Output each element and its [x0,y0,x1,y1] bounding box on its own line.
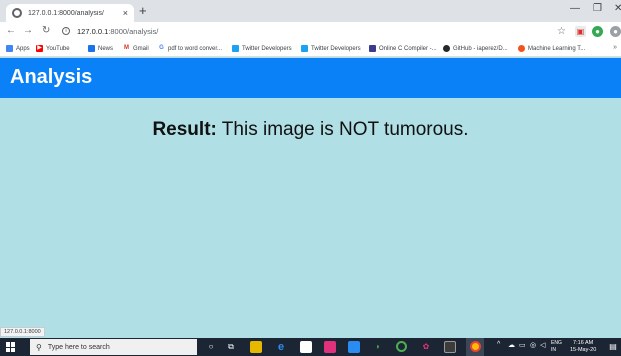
bookmark-twitter-developers-1[interactable]: Twitter Developers [232,45,292,52]
compiler-icon [369,45,376,52]
app-icon[interactable]: ◗ [372,341,384,353]
url-host: 127.0.0.1 [77,27,109,36]
bookmark-machine-learning[interactable]: Machine Learning T... [518,45,585,52]
bookmark-online-c-compiler[interactable]: Online C Compiler -... [369,45,437,52]
settings-icon[interactable]: ✿ [420,341,432,353]
search-placeholder: Type here to search [47,343,110,351]
result-message: Result: This image is NOT tumorous. [0,119,621,141]
bookmarks-overflow-icon[interactable]: » [613,44,617,51]
bookmark-news[interactable]: News [88,45,113,52]
reload-icon[interactable]: ↻ [42,25,50,36]
bookmark-github[interactable]: GitHub - iaperez/D... [443,45,508,52]
minimize-icon[interactable]: — [570,3,580,14]
windows-taskbar: ⚲ Type here to search ○ ⧉ e ◗ ✿ ^ ☁ ▭ ◎ … [0,338,621,356]
profile-avatar-icon[interactable]: ● [610,26,621,37]
forward-icon[interactable]: → [23,25,33,36]
bookmark-label: YouTube [46,45,70,52]
bookmark-apps[interactable]: Apps [6,45,30,52]
cortana-icon[interactable]: ○ [205,341,217,353]
close-window-icon[interactable]: ✕ [614,3,621,14]
bookmarks-bar: Apps ▶ YouTube News M Gmail Gpdf to word c… [0,42,621,57]
google-icon: G [158,45,165,52]
bookmark-label: Gmail [133,45,149,52]
store-icon[interactable] [300,341,312,353]
lang-region: IN [551,347,556,353]
news-icon [88,45,95,52]
search-icon: ⚲ [36,342,42,352]
tray-chevron-icon[interactable]: ^ [497,341,500,348]
bookmark-label: Online C Compiler -... [379,45,437,52]
tray-network-icon[interactable]: ☁ [508,341,515,349]
language-indicator[interactable]: ENG IN [551,340,562,354]
file-explorer-icon[interactable] [250,341,262,353]
task-view-icon[interactable]: ⧉ [225,341,237,353]
app-icon[interactable] [324,341,336,353]
youtube-icon: ▶ [36,45,43,52]
app-icon[interactable] [396,341,407,352]
browser-tab[interactable]: 127.0.0.1:8000/analysis/ × [6,4,134,22]
tab-close-button[interactable]: × [123,8,128,18]
ml-icon [518,45,525,52]
url-path: :8000/analysis/ [108,27,159,36]
gmail-icon: M [123,45,130,52]
bookmark-label: Twitter Developers [311,45,361,52]
bookmark-label: Twitter Developers [242,45,292,52]
mail-icon[interactable] [348,341,360,353]
result-text: This image is NOT tumorous. [216,119,469,140]
twitter-icon [301,45,308,52]
edge-icon[interactable]: e [275,341,287,353]
bookmark-star-icon[interactable]: ☆ [556,26,567,37]
chrome-icon[interactable] [466,338,484,356]
taskbar-search-input[interactable]: ⚲ Type here to search [30,339,197,355]
bookmark-pdf-to-word[interactable]: Gpdf to word conver... [158,45,222,52]
bookmark-label: Machine Learning T... [528,45,586,52]
bookmark-label: News [98,45,114,52]
clock-time: 7:16 AM [573,340,594,346]
extension-green-icon[interactable]: ● [592,26,603,37]
clock-date: 15-May-20 [570,347,597,353]
windows-start-icon[interactable] [6,342,16,352]
extension-icon[interactable]: ▣ [575,26,586,37]
bookmark-label: pdf to word conver... [168,45,223,52]
lang-code: ENG [551,340,562,346]
browser-tab-strip: 127.0.0.1:8000/analysis/ × + — ❐ ✕ [0,0,621,22]
info-icon[interactable]: i [62,27,70,35]
restore-icon[interactable]: ❐ [593,3,602,14]
volume-icon[interactable]: ◁ [540,341,545,349]
bookmark-youtube[interactable]: ▶ YouTube [36,45,70,52]
terminal-icon[interactable] [444,341,456,353]
wifi-icon[interactable]: ◎ [530,341,536,349]
globe-icon [12,8,22,18]
github-icon [443,45,450,52]
result-label: Result: [152,119,217,140]
page-title: Analysis [10,66,93,88]
page-header: Analysis [0,58,621,98]
bookmark-label: GitHub - iaperez/D... [453,45,508,52]
link-status-bar: 127.0.0.1:8000 [0,327,45,337]
taskbar-clock[interactable]: 7:16 AM 15-May-20 [570,340,596,354]
bookmark-twitter-developers-2[interactable]: Twitter Developers [301,45,361,52]
twitter-icon [232,45,239,52]
new-tab-button[interactable]: + [139,3,147,18]
bookmark-gmail[interactable]: M Gmail [123,45,149,52]
bookmark-label: Apps [16,45,30,52]
tab-title: 127.0.0.1:8000/analysis/ [28,9,104,17]
address-bar[interactable]: 127.0.0.1:8000/analysis/ [77,27,158,36]
notifications-icon[interactable]: ▤ [607,341,619,353]
battery-icon[interactable]: ▭ [519,341,526,349]
back-icon[interactable]: ← [6,25,16,36]
apps-grid-icon [6,45,13,52]
browser-toolbar: ← → ↻ i 127.0.0.1:8000/analysis/ ☆ ▣ ● ● [0,22,621,42]
